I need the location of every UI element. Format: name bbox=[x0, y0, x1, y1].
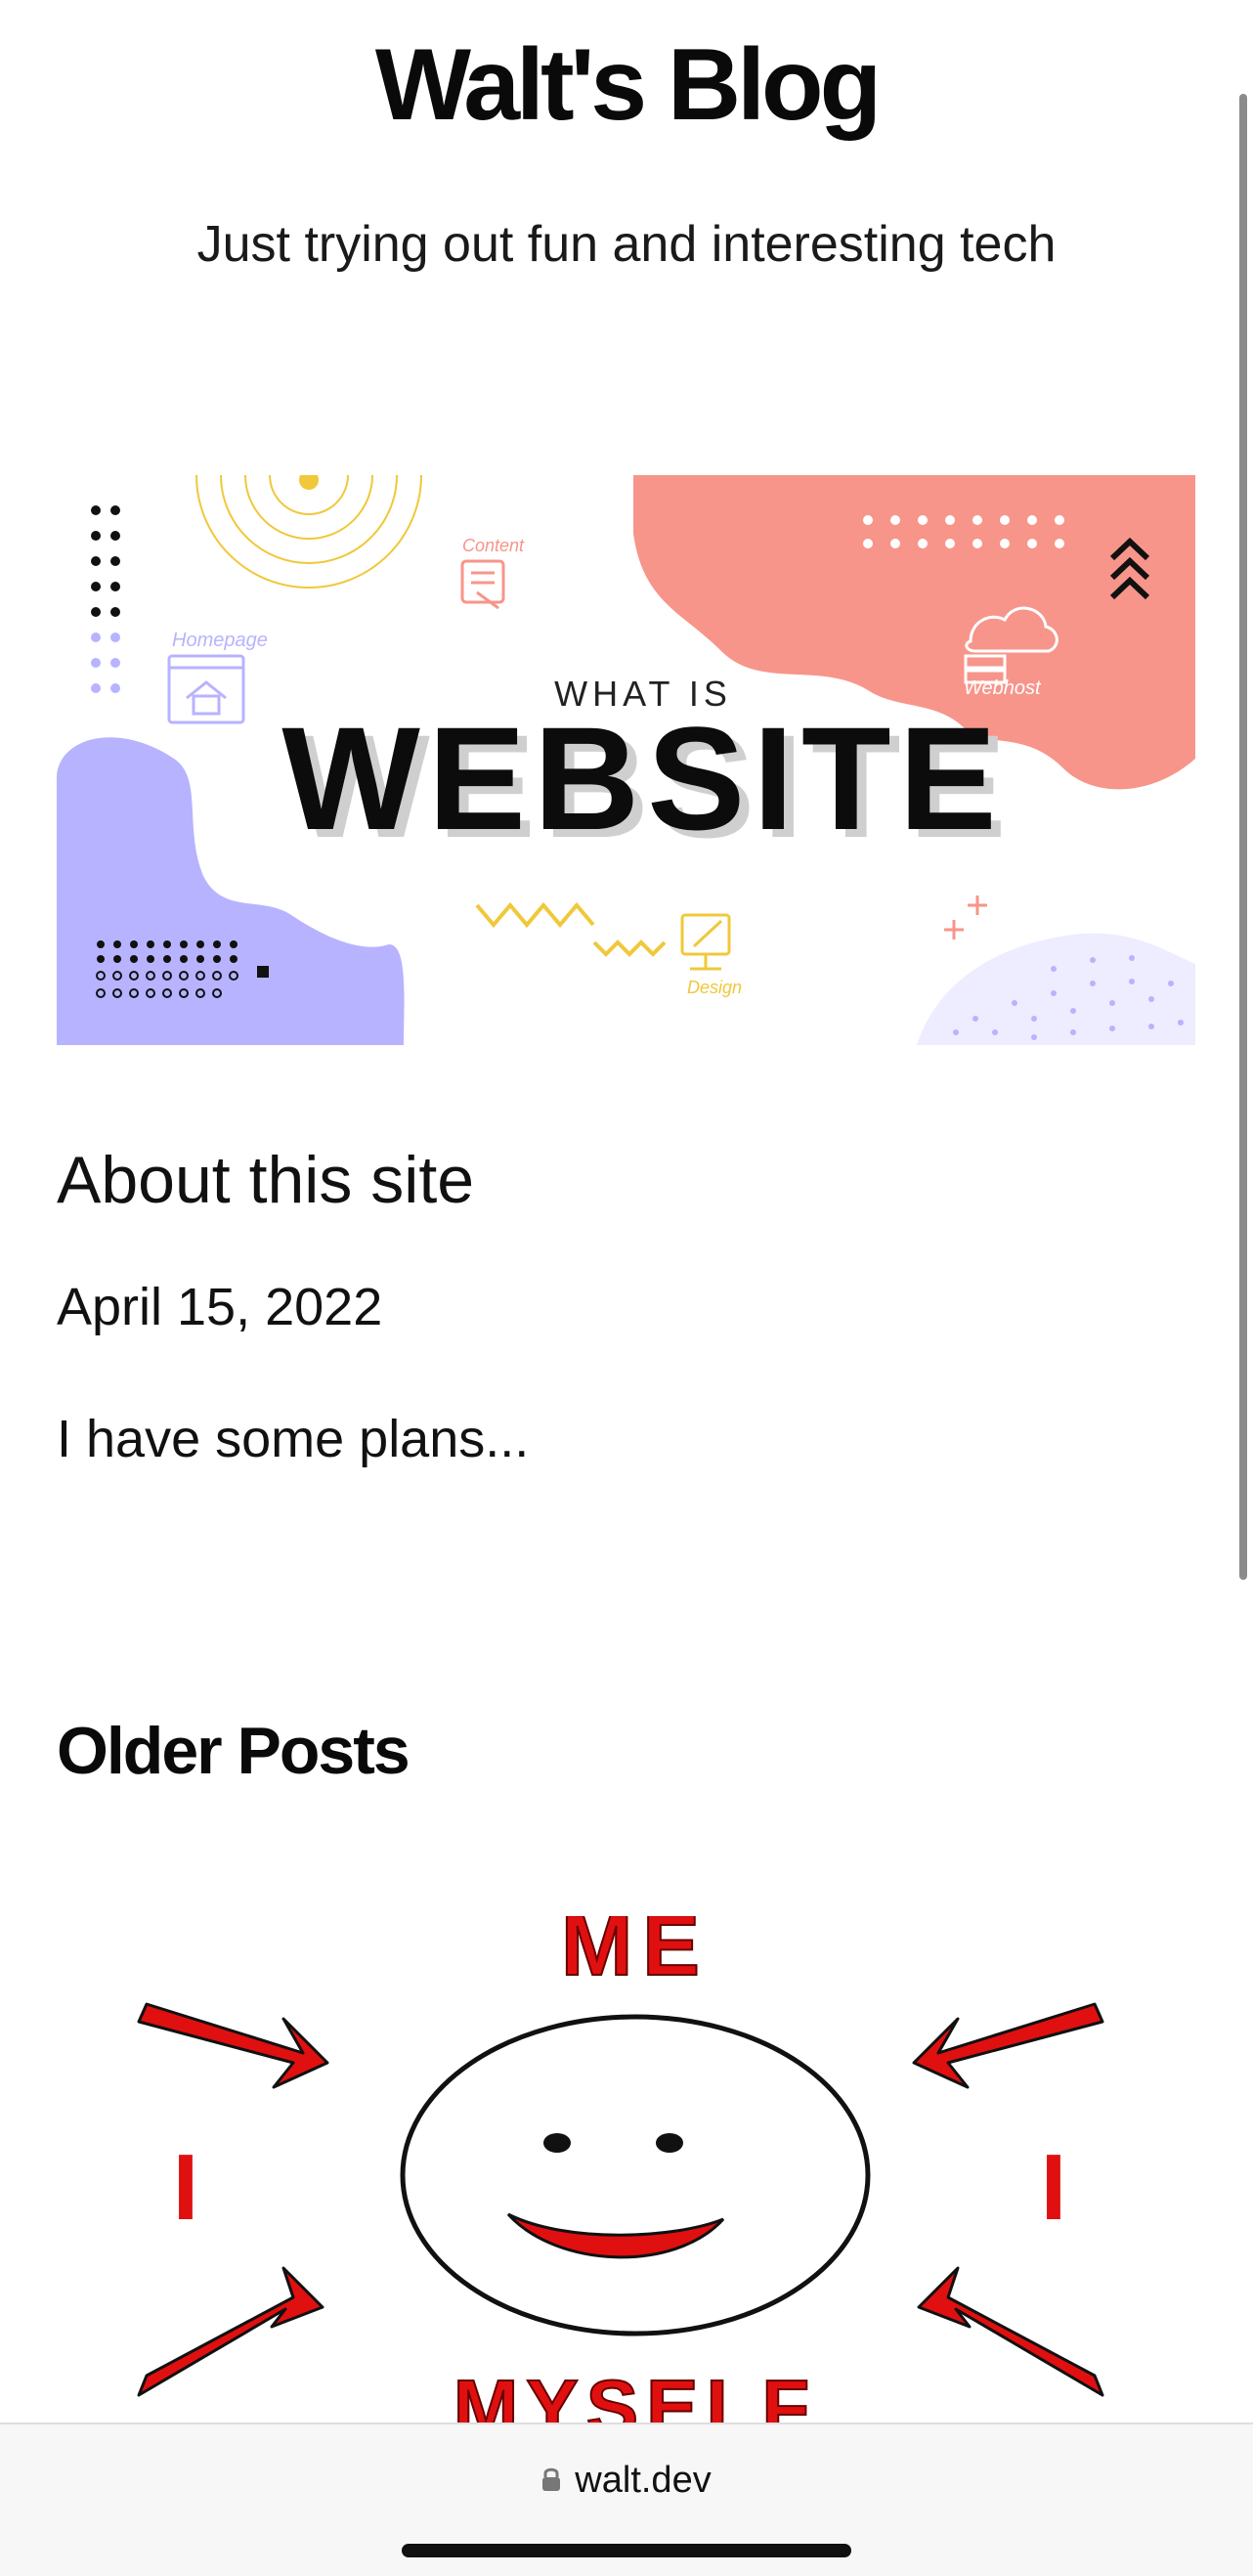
zigzag-decoration bbox=[475, 901, 667, 957]
site-title[interactable]: Walt's Blog bbox=[0, 29, 1253, 142]
older-image-word-right: I bbox=[1041, 2135, 1067, 2240]
url-text[interactable]: walt.dev bbox=[575, 2460, 711, 2501]
smiley-eye-left bbox=[543, 2133, 571, 2153]
older-image-word-top: ME bbox=[561, 1916, 710, 1993]
home-indicator bbox=[402, 2544, 851, 2557]
scrollbar[interactable] bbox=[1239, 94, 1247, 1580]
older-image-word-left: I bbox=[173, 2135, 199, 2240]
post-title[interactable]: About this site bbox=[57, 1142, 474, 1218]
site-tagline: Just trying out fun and interesting tech bbox=[196, 216, 1057, 273]
content-icon bbox=[460, 559, 505, 610]
hero-tag-design: Design bbox=[687, 978, 742, 997]
featured-post-image[interactable]: Homepage Content Webhost WHAT IS WEBSITE… bbox=[57, 475, 1195, 1045]
older-post-image[interactable]: ME I I MYSELF bbox=[127, 1916, 1114, 2424]
homepage-icon bbox=[167, 654, 245, 724]
hero-label-big: WEBSITE bbox=[281, 696, 1004, 860]
browser-address-bar[interactable]: walt.dev bbox=[0, 2423, 1253, 2576]
older-image-word-bottom: MYSELF bbox=[454, 2364, 817, 2424]
design-icon bbox=[680, 913, 731, 971]
plus-decoration bbox=[944, 895, 987, 939]
hero-tag-content: Content bbox=[462, 536, 525, 555]
smiley-face bbox=[400, 2014, 871, 2336]
hero-tag-homepage: Homepage bbox=[172, 630, 268, 651]
smiley-eye-right bbox=[656, 2133, 683, 2153]
post-date: April 15, 2022 bbox=[57, 1278, 383, 1336]
concentric-arcs bbox=[195, 475, 422, 589]
older-posts-heading: Older Posts bbox=[57, 1714, 410, 1788]
post-excerpt: I have some plans... bbox=[57, 1410, 530, 1468]
lock-icon bbox=[541, 2461, 561, 2503]
dot-grid-left bbox=[91, 505, 120, 617]
